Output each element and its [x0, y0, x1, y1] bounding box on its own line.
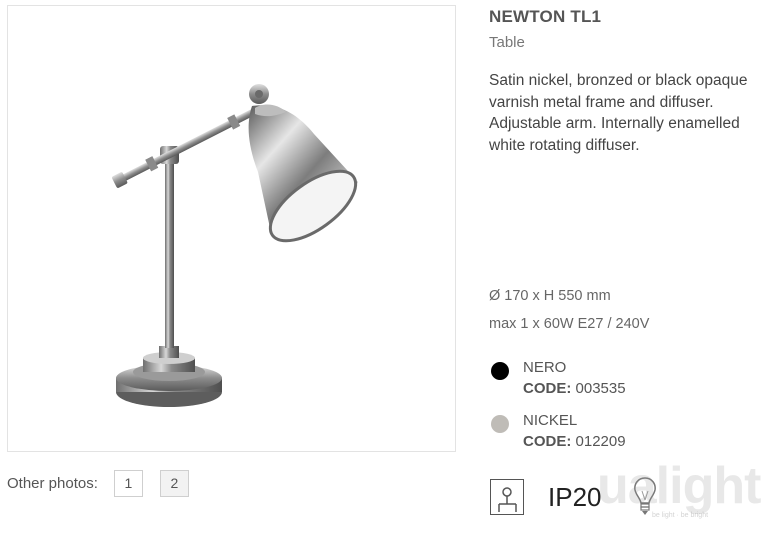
code-value: 003535: [575, 380, 626, 397]
variant-code: CODE: 012209: [523, 433, 626, 450]
color-swatch-nero: [491, 362, 509, 380]
code-label: CODE:: [523, 433, 572, 450]
other-photos-label: Other photos:: [7, 474, 98, 492]
variant-name: NICKEL: [523, 412, 578, 429]
product-power: max 1 x 60W E27 / 240V: [489, 316, 650, 332]
class-symbol-icon: [490, 479, 524, 515]
photo-page-1-button[interactable]: 1: [113, 469, 143, 497]
other-photos: Other photos: 1 2: [7, 469, 206, 497]
product-photo[interactable]: [7, 5, 456, 452]
variant-code: CODE: 003535: [523, 380, 626, 397]
product-title: NEWTON TL1: [489, 7, 602, 26]
code-value: 012209: [575, 433, 626, 450]
photo-page-2-button[interactable]: 2: [159, 469, 189, 497]
product-dimensions: Ø 170 x H 550 mm: [489, 288, 611, 304]
code-label: CODE:: [523, 380, 572, 397]
color-swatch-nickel: [491, 415, 509, 433]
watermark-tagline: be light · be bright: [652, 512, 709, 519]
watermark-logo: ualight: [597, 457, 761, 515]
lamp-image: [112, 84, 358, 407]
variant-name: NERO: [523, 359, 567, 376]
product-description: Satin nickel, bronzed or black opaque va…: [489, 72, 748, 154]
product-category: Table: [489, 34, 525, 51]
ip-rating: IP20: [548, 482, 602, 512]
